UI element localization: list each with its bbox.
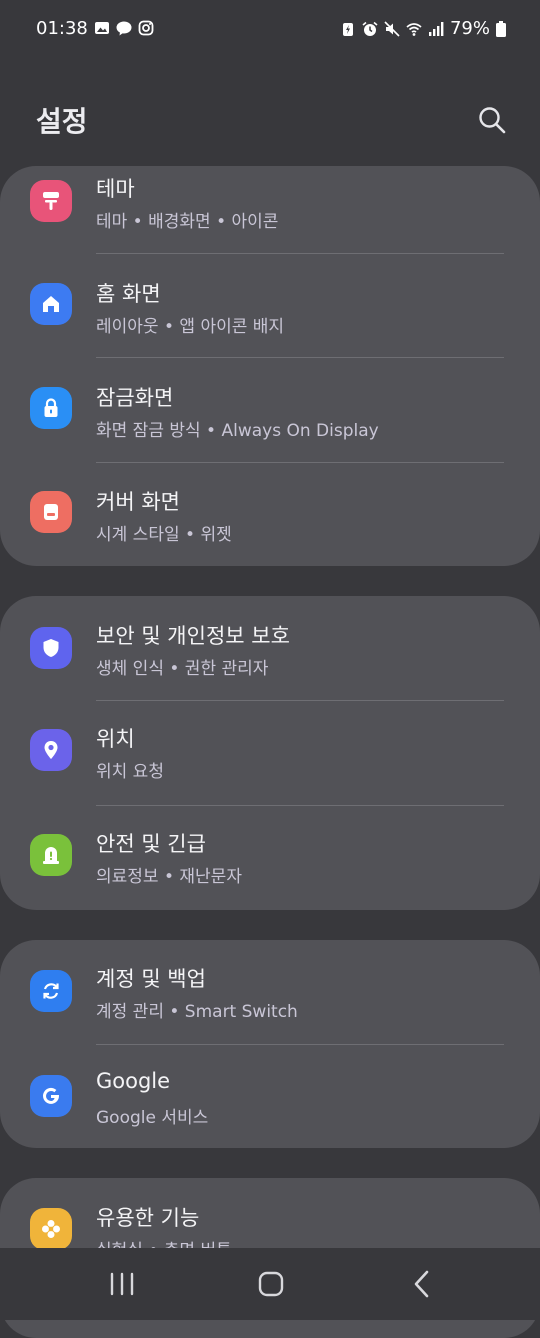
wifi-icon: [406, 22, 422, 36]
location-pin-icon: [30, 729, 72, 771]
settings-item-subtitle: 생체 인식 • 권한 관리자: [96, 659, 269, 679]
google-icon: [30, 1075, 72, 1117]
settings-item-title: 안전 및 긴급: [96, 832, 206, 856]
navigation-bar: [0, 1248, 540, 1320]
settings-item-title: 위치: [96, 727, 135, 751]
settings-item-title: 계정 및 백업: [96, 967, 206, 991]
status-time: 01:38: [36, 18, 88, 39]
mute-icon: [384, 20, 400, 37]
signal-icon: [428, 21, 444, 36]
home-icon: [30, 283, 72, 325]
settings-item-title: 홈 화면: [96, 282, 161, 306]
emergency-icon: [30, 834, 72, 876]
settings-item-google[interactable]: Google Google 서비스: [0, 1045, 540, 1148]
battery-saver-icon: [342, 22, 353, 36]
settings-item-title: 커버 화면: [96, 490, 180, 514]
battery-percent: 79%: [449, 18, 490, 39]
back-icon[interactable]: [405, 1266, 441, 1302]
settings-item-cover-screen[interactable]: 커버 화면 시계 스타일 • 위젯: [0, 463, 540, 566]
settings-item-location[interactable]: 위치 위치 요청: [0, 701, 540, 805]
settings-item-subtitle: 레이아웃 • 앱 아이콘 배지: [96, 317, 285, 337]
search-icon[interactable]: [476, 104, 508, 136]
gallery-icon: [95, 22, 109, 34]
cover-screen-icon: [30, 491, 72, 533]
settings-item-title: 잠금화면: [96, 386, 174, 410]
settings-item-safety-emergency[interactable]: 안전 및 긴급 의료정보 • 재난문자: [0, 806, 540, 910]
settings-item-subtitle: 위치 요청: [96, 762, 164, 782]
settings-item-subtitle: 시계 스타일 • 위젯: [96, 525, 232, 545]
alarm-icon: [362, 21, 378, 36]
settings-item-subtitle: 계정 관리 • Smart Switch: [96, 1002, 298, 1022]
talk-icon: [116, 21, 132, 36]
battery-icon: [496, 20, 506, 37]
settings-item-accounts-backup[interactable]: 계정 및 백업 계정 관리 • Smart Switch: [0, 940, 540, 1044]
settings-item-home-screen[interactable]: 홈 화면 레이아웃 • 앱 아이콘 배지: [0, 254, 540, 358]
settings-group-display: 테마 테마 • 배경화면 • 아이콘 홈 화면 레이아웃 • 앱 아이콘 배지 …: [0, 166, 540, 566]
settings-item-title: 유용한 기능: [96, 1206, 200, 1230]
settings-item-title: Google: [96, 1069, 171, 1093]
status-bar: 01:38 79%: [0, 0, 540, 60]
shield-icon: [30, 627, 72, 669]
recents-icon[interactable]: [104, 1266, 140, 1302]
settings-item-theme[interactable]: 테마 테마 • 배경화면 • 아이콘: [0, 166, 540, 254]
home-nav-icon[interactable]: [253, 1266, 289, 1302]
settings-item-title: 보안 및 개인정보 보호: [96, 624, 290, 648]
settings-item-lock-screen[interactable]: 잠금화면 화면 잠금 방식 • Always On Display: [0, 358, 540, 462]
settings-item-title: 테마: [96, 177, 135, 201]
settings-item-subtitle: 의료정보 • 재난문자: [96, 867, 242, 887]
sync-icon: [30, 970, 72, 1012]
settings-item-subtitle: Google 서비스: [96, 1108, 209, 1128]
page-title: 설정: [36, 105, 88, 138]
settings-item-security-privacy[interactable]: 보안 및 개인정보 보호 생체 인식 • 권한 관리자: [0, 596, 540, 700]
theme-icon: [30, 180, 72, 222]
settings-group-accounts: 계정 및 백업 계정 관리 • Smart Switch Google Goog…: [0, 940, 540, 1148]
settings-group-security: 보안 및 개인정보 보호 생체 인식 • 권한 관리자 위치 위치 요청 안전 …: [0, 596, 540, 910]
settings-item-subtitle: 테마 • 배경화면 • 아이콘: [96, 212, 279, 232]
lock-icon: [30, 387, 72, 429]
advanced-features-icon: [30, 1208, 72, 1250]
instagram-icon: [138, 20, 154, 36]
settings-item-subtitle: 화면 잠금 방식 • Always On Display: [96, 421, 379, 441]
